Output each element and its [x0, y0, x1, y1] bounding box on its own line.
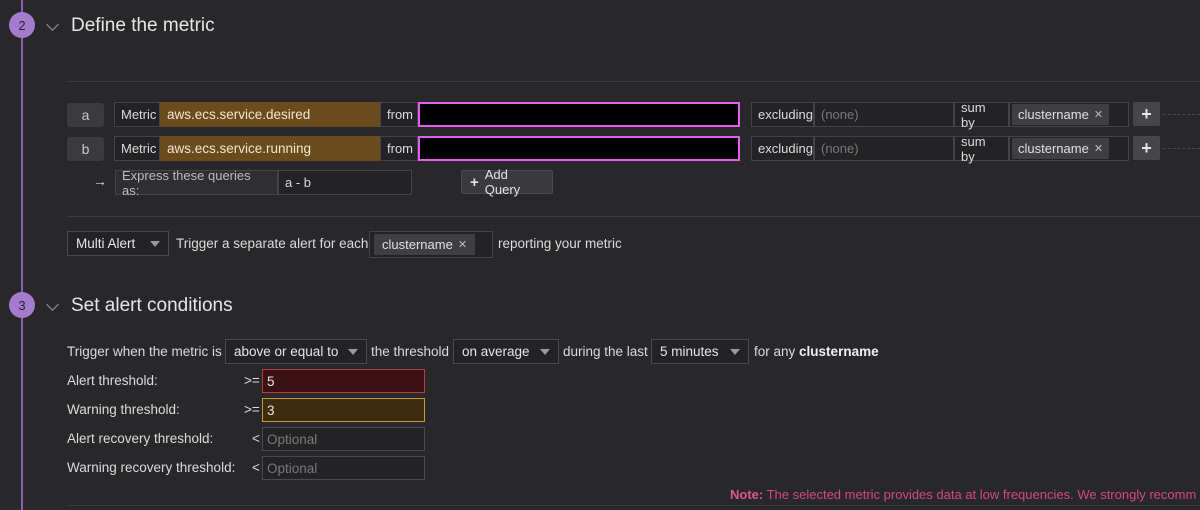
chevron-down-icon — [730, 349, 740, 355]
multi-alert-prefix: Trigger a separate alert for each — [176, 236, 369, 251]
warning-threshold-operator: >= — [244, 402, 260, 417]
warning-recovery-threshold-operator: < — [252, 460, 260, 475]
add-function-button[interactable]: + — [1133, 102, 1160, 126]
warning-threshold-label: Warning threshold: — [67, 402, 180, 417]
for-any-group: clustername — [799, 344, 879, 359]
metric-label: Metric — [114, 102, 160, 127]
group-by-tag: clustername ✕ — [374, 234, 476, 255]
section-title-define-metric: Define the metric — [71, 15, 215, 36]
divider — [67, 81, 1200, 82]
alert-recovery-threshold-input[interactable]: Optional — [262, 427, 425, 451]
from-input[interactable] — [418, 136, 740, 161]
formula-input[interactable]: a - b — [278, 170, 412, 195]
sum-by-input[interactable]: clustername ✕ — [1009, 136, 1129, 161]
close-icon[interactable]: ✕ — [1094, 142, 1103, 155]
step-3-badge: 3 — [9, 292, 35, 318]
step-2-badge: 2 — [9, 12, 35, 38]
chevron-down-icon — [150, 241, 160, 247]
row-connector — [1163, 148, 1200, 149]
during-text: during the last — [563, 344, 648, 359]
chevron-down-icon — [540, 349, 550, 355]
comparison-select[interactable]: above or equal to — [225, 339, 367, 364]
divider — [67, 216, 1200, 217]
monitor-editor: 2 Define the metric a Metric aws.ecs.ser… — [0, 0, 1200, 510]
from-label: from — [380, 102, 418, 127]
excluding-input[interactable]: (none) — [814, 102, 954, 127]
window-select[interactable]: 5 minutes — [651, 339, 749, 364]
alert-threshold-operator: >= — [244, 373, 260, 388]
metric-label: Metric — [114, 136, 160, 161]
sum-by-label: sum by — [954, 134, 1009, 164]
formula-label: Express these queries as: — [115, 168, 278, 198]
plus-icon: + — [470, 173, 479, 191]
chevron-down-icon[interactable] — [46, 18, 59, 31]
sum-by-input[interactable]: clustername ✕ — [1009, 102, 1129, 127]
close-icon[interactable]: ✕ — [1094, 108, 1103, 121]
group-by-input[interactable]: clustername ✕ — [369, 231, 493, 258]
close-icon[interactable]: ✕ — [458, 238, 467, 251]
query-label[interactable]: a — [67, 103, 104, 127]
multi-alert-suffix: reporting your metric — [498, 236, 622, 251]
alert-recovery-threshold-operator: < — [252, 431, 260, 446]
threshold-text: the threshold — [371, 344, 450, 359]
section-title-alert-conditions: Set alert conditions — [71, 295, 233, 316]
add-query-button[interactable]: + Add Query — [461, 167, 553, 197]
alert-threshold-input[interactable]: 5 — [262, 369, 425, 393]
low-frequency-note: Note: The selected metric provides data … — [730, 487, 1197, 502]
for-any-text: for any clustername — [754, 344, 879, 359]
trigger-prefix: Trigger when the metric is — [67, 344, 222, 359]
warning-recovery-threshold-input[interactable]: Optional — [262, 456, 425, 480]
step-rail — [21, 0, 23, 510]
formula-arrow: → — [93, 173, 107, 189]
warning-recovery-threshold-label: Warning recovery threshold: — [67, 460, 236, 475]
plus-icon: + — [1141, 103, 1152, 124]
query-label[interactable]: b — [67, 137, 104, 161]
warning-threshold-input[interactable]: 3 — [262, 398, 425, 422]
from-label: from — [380, 136, 418, 161]
alert-recovery-threshold-label: Alert recovery threshold: — [67, 431, 214, 446]
alert-threshold-label: Alert threshold: — [67, 373, 158, 388]
sum-by-tag: clustername ✕ — [1012, 138, 1110, 159]
sum-by-label: sum by — [954, 100, 1009, 130]
excluding-label: excluding — [751, 102, 814, 127]
sum-by-tag: clustername ✕ — [1012, 104, 1110, 125]
divider — [67, 505, 1200, 506]
from-input[interactable] — [418, 102, 740, 127]
row-connector — [1163, 114, 1200, 115]
add-function-button[interactable]: + — [1133, 136, 1160, 160]
excluding-label: excluding — [751, 136, 814, 161]
chevron-down-icon — [348, 349, 358, 355]
alert-type-select[interactable]: Multi Alert — [67, 231, 169, 256]
plus-icon: + — [1141, 137, 1152, 158]
metric-input[interactable]: aws.ecs.service.desired — [160, 102, 380, 127]
chevron-down-icon[interactable] — [46, 298, 59, 311]
aggregation-select[interactable]: on average — [453, 339, 559, 364]
metric-input[interactable]: aws.ecs.service.running — [160, 136, 380, 161]
excluding-input[interactable]: (none) — [814, 136, 954, 161]
